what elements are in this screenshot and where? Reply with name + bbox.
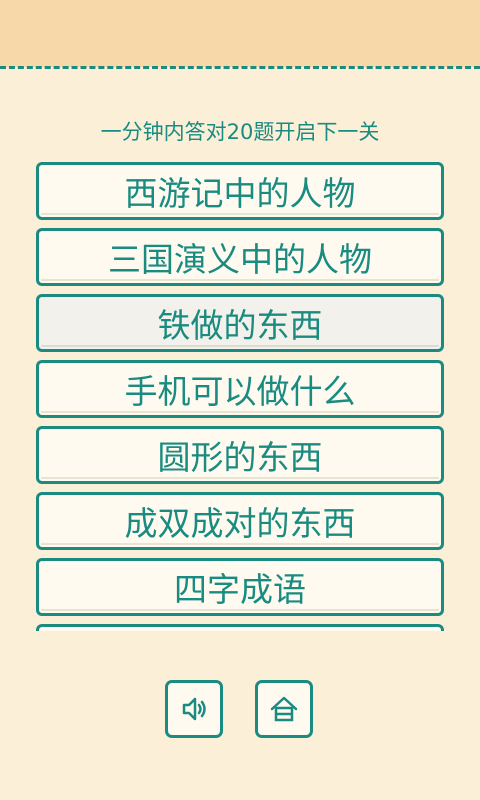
- category-button-partial[interactable]: [36, 624, 444, 631]
- category-label: 铁做的东西: [157, 306, 323, 345]
- category-button-three-kingdoms[interactable]: 三国演义中的人物: [36, 228, 444, 286]
- category-button-idioms[interactable]: 四字成语: [36, 558, 444, 616]
- top-banner: [0, 0, 480, 67]
- category-label: 四字成语: [174, 570, 306, 609]
- sound-button[interactable]: [165, 680, 223, 738]
- category-list[interactable]: 西游记中的人物 三国演义中的人物 铁做的东西 手机可以做什么 圆形的东西 成双成…: [36, 162, 444, 631]
- level-instruction: 一分钟内答对20题开启下一关: [100, 120, 380, 144]
- category-label: 手机可以做什么: [124, 372, 356, 411]
- category-button-phone-uses[interactable]: 手机可以做什么: [36, 360, 444, 418]
- dashed-divider: [0, 66, 480, 69]
- category-label: 圆形的东西: [157, 438, 323, 477]
- category-button-round-things[interactable]: 圆形的东西: [36, 426, 444, 484]
- category-label: 三国演义中的人物: [108, 240, 372, 279]
- home-icon: [268, 693, 300, 725]
- category-button-journey-to-the-west[interactable]: 西游记中的人物: [36, 162, 444, 220]
- category-label: 西游记中的人物: [124, 174, 356, 213]
- category-button-iron-things[interactable]: 铁做的东西: [36, 294, 444, 352]
- category-label: 成双成对的东西: [124, 504, 356, 543]
- home-button[interactable]: [255, 680, 313, 738]
- speaker-icon: [178, 693, 210, 725]
- category-button-paired-things[interactable]: 成双成对的东西: [36, 492, 444, 550]
